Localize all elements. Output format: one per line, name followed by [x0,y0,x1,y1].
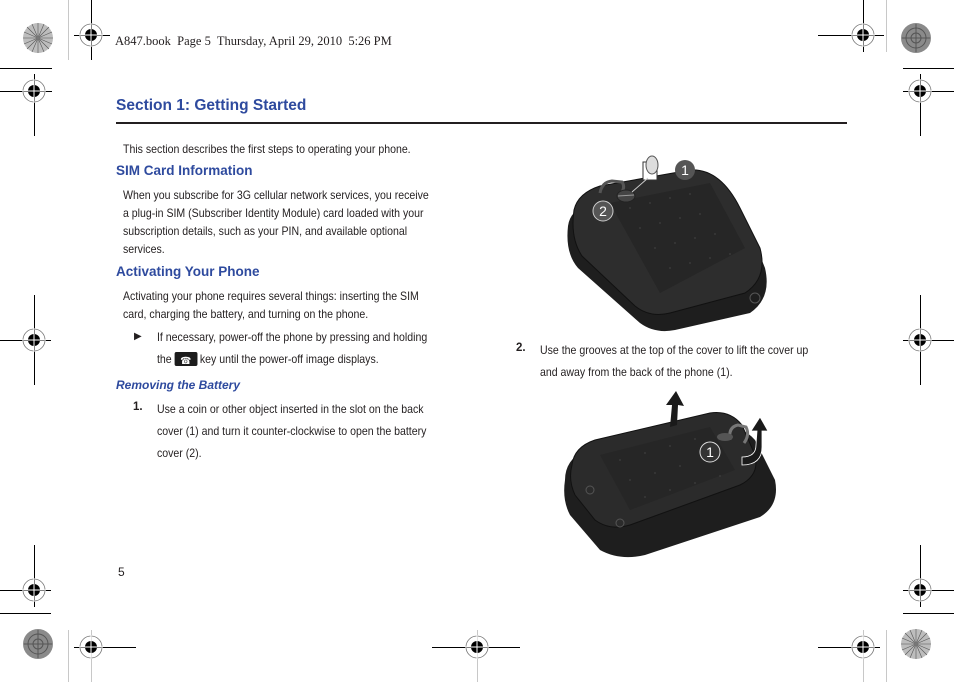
heading-sim-card: SIM Card Information [116,163,253,178]
crop-line [903,68,954,69]
step-1-text: Use a coin or other object inserted in t… [157,398,426,464]
power-off-bullet: If necessary, power-off the phone by pre… [157,326,427,370]
activating-paragraph: Activating your phone requires several t… [123,287,419,323]
text-line: If necessary, power-off the phone by pre… [157,330,428,344]
registration-target-icon [22,79,46,103]
text-line: the ☎ key until the power-off image displa… [157,348,427,370]
text-line: card, charging the battery, and turning … [123,307,369,321]
registration-target-icon [908,328,932,352]
crop-line [68,630,69,682]
section-intro: This section describes the first steps t… [123,142,411,156]
registration-rosette-icon [23,23,53,53]
crop-line [886,630,887,682]
crop-line [0,68,52,69]
book-slug-header: A847.book Page 5 Thursday, April 29, 201… [115,34,392,48]
registration-target-icon [851,635,875,659]
registration-target-icon [908,578,932,602]
registration-target-icon [22,578,46,602]
figure-lifting-battery-cover: 1 [564,391,776,558]
end-power-key-icon: ☎ [174,352,198,367]
text-line: services. [123,242,165,256]
crop-line [0,613,51,614]
text-line: Use the grooves at the top of the cover … [540,343,809,357]
crop-line [903,613,954,614]
registration-target-icon [79,23,103,47]
key-glyph: ☎ [180,356,192,367]
registration-rosette-icon [901,23,931,53]
page-number: 5 [118,565,125,579]
text-line: cover (2). [157,446,202,460]
svg-text:1: 1 [681,162,689,178]
svg-text:1: 1 [706,444,714,460]
registration-target-icon [22,328,46,352]
heading-activating-phone: Activating Your Phone [116,264,260,279]
heading-removing-battery: Removing the Battery [116,378,241,392]
bullet-arrow-icon: ▶ [134,331,142,342]
text-line: a plug-in SIM (Subscriber Identity Modul… [123,206,424,220]
crop-line [68,0,69,60]
step-2-text: Use the grooves at the top of the cover … [540,339,808,383]
registration-target-icon [908,79,932,103]
registration-target-icon [851,23,875,47]
registration-target-icon [79,635,103,659]
text-line: and away from the back of the phone (1). [540,365,733,379]
text-line: When you subscribe for 3G cellular netwo… [123,188,429,202]
registration-target-icon [465,635,489,659]
callout-1-icon: 1 [699,441,721,463]
text-line: subscription details, such as your PIN, … [123,224,408,238]
callout-2-icon: 2 [592,200,614,222]
title-rule-divider [116,122,847,124]
text-fragment: the [157,352,172,366]
page-title: Section 1: Getting Started [116,97,307,114]
text-fragment: key until the power-off image displays. [199,352,379,366]
step-number: 2. [516,342,526,354]
figure-phone-back-coin-slot: 1 2 [567,155,767,332]
registration-rosette-icon [23,629,53,659]
sim-card-paragraph: When you subscribe for 3G cellular netwo… [123,186,429,258]
text-line: cover (1) and turn it counter-clockwise … [157,424,427,438]
text-line: Use a coin or other object inserted in t… [157,402,424,416]
step-number: 1. [133,401,143,413]
svg-text:2: 2 [599,203,607,219]
callout-1-icon: 1 [675,160,695,180]
crop-line [886,0,887,52]
registration-rosette-icon [901,629,931,659]
text-line: Activating your phone requires several t… [123,289,419,303]
